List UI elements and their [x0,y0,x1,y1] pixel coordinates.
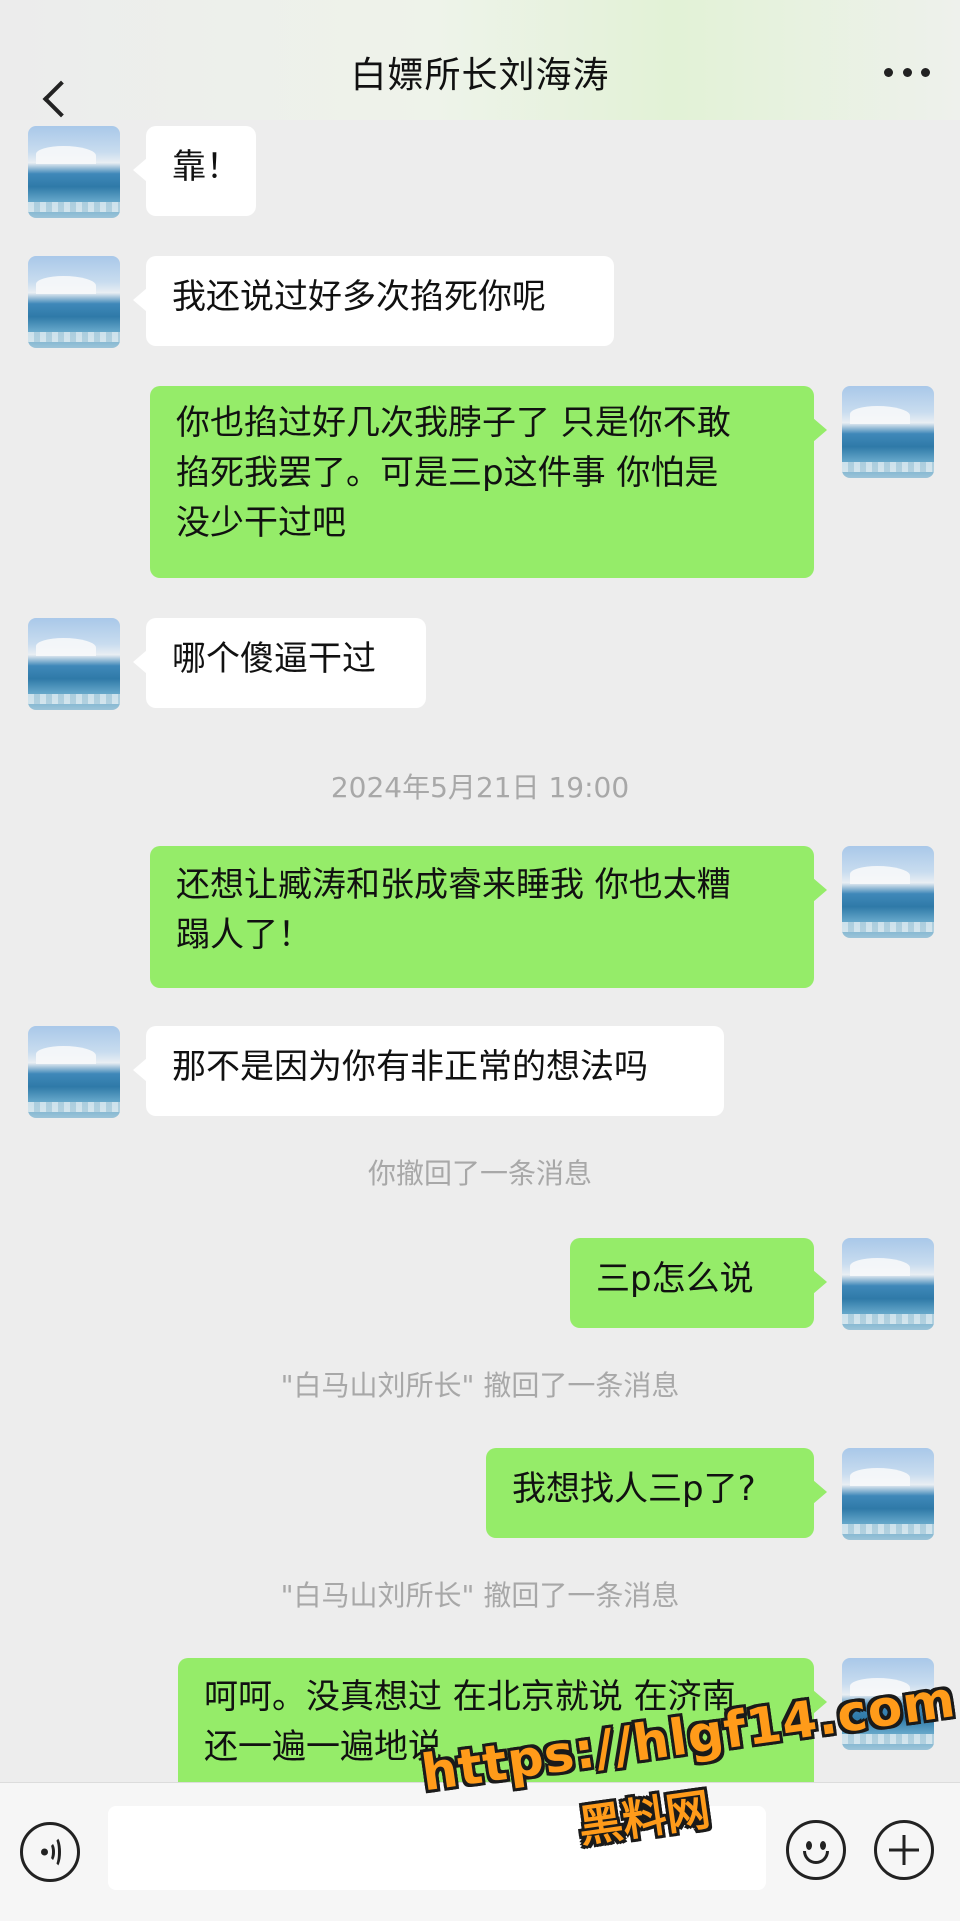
message-text: 那不是因为你有非正常的想法吗 [172,1047,648,1087]
plus-icon[interactable] [874,1820,934,1880]
outgoing-message[interactable]: 我想找人三p了? [486,1448,827,1538]
voice-icon[interactable] [20,1822,80,1882]
recall-notice: "白马山刘所长" 撤回了一条消息 [280,1369,680,1402]
my-avatar[interactable] [842,1658,934,1750]
emoji-icon[interactable] [786,1820,846,1880]
message-line: 掐死我罢了。可是三p这件事 你怕是 [176,453,719,493]
contact-avatar[interactable] [28,1026,120,1118]
my-avatar[interactable] [842,386,934,478]
message-text: 我想找人三p了? [512,1469,756,1509]
outgoing-message[interactable]: 呵呵。没真想过 在北京就说 在济南 还一遍一遍地说 [178,1658,827,1800]
outgoing-message[interactable]: 还想让臧涛和张成睿来睡我 你也太糟 蹋人了！ [150,846,827,988]
chat-header: 白嫖所长刘海涛 [0,0,960,120]
incoming-message[interactable]: 我还说过好多次掐死你呢 [133,256,614,346]
message-text: 我还说过好多次掐死你呢 [172,277,546,317]
chat-title: 白嫖所长刘海涛 [350,55,610,96]
message-line: 你也掐过好几次我脖子了 只是你不敢 [176,403,731,443]
my-avatar[interactable] [842,1448,934,1540]
my-avatar[interactable] [842,1238,934,1330]
message-text: 三p怎么说 [596,1259,754,1299]
outgoing-message[interactable]: 你也掐过好几次我脖子了 只是你不敢 掐死我罢了。可是三p这件事 你怕是 没少干过… [150,386,827,578]
message-text: 哪个傻逼干过 [172,639,376,679]
outgoing-message[interactable]: 三p怎么说 [570,1238,827,1328]
incoming-message[interactable]: 那不是因为你有非正常的想法吗 [133,1026,724,1116]
more-icon[interactable] [884,68,930,78]
contact-avatar[interactable] [28,256,120,348]
message-line: 蹋人了！ [176,915,312,955]
message-line: 没少干过吧 [176,503,346,543]
contact-avatar[interactable] [28,618,120,710]
incoming-message[interactable]: 靠！ [133,126,256,216]
incoming-message[interactable]: 哪个傻逼干过 [133,618,426,708]
message-line: 呵呵。没真想过 在北京就说 在济南 [204,1677,736,1717]
recall-notice: "白马山刘所长" 撤回了一条消息 [280,1579,680,1612]
timestamp: 2024年5月21日 19:00 [330,771,630,804]
message-line: 还想让臧涛和张成睿来睡我 你也太糟 [176,865,731,905]
my-avatar[interactable] [842,846,934,938]
contact-avatar[interactable] [28,126,120,218]
message-text: 靠！ [172,147,240,187]
message-line: 还一遍一遍地说 [204,1727,442,1767]
message-input[interactable] [108,1806,766,1890]
recall-notice: 你撤回了一条消息 [367,1157,592,1190]
